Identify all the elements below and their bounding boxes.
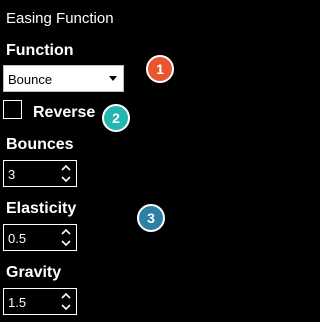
gravity-spinner[interactable]: 1.5 xyxy=(3,288,77,315)
decrement-icon[interactable] xyxy=(61,239,71,247)
function-label: Function xyxy=(6,42,74,59)
bounces-label: Bounces xyxy=(6,136,74,153)
increment-icon[interactable] xyxy=(61,228,71,236)
panel-title: Easing Function xyxy=(6,10,114,27)
increment-icon[interactable] xyxy=(61,292,71,300)
decrement-icon[interactable] xyxy=(61,303,71,311)
reverse-checkbox[interactable] xyxy=(3,100,22,119)
gravity-label: Gravity xyxy=(6,264,62,281)
callout-number: 2 xyxy=(112,110,120,126)
function-dropdown[interactable]: Bounce xyxy=(3,65,124,92)
function-selected-value: Bounce xyxy=(8,72,53,87)
increment-icon[interactable] xyxy=(61,164,71,172)
callout-badge-1: 1 xyxy=(146,55,174,83)
bounces-spinner[interactable]: 3 xyxy=(3,160,77,187)
elasticity-spinner[interactable]: 0.5 xyxy=(3,224,77,251)
bounces-value: 3 xyxy=(8,167,16,182)
gravity-value: 1.5 xyxy=(8,295,27,310)
callout-number: 3 xyxy=(147,210,155,226)
callout-badge-2: 2 xyxy=(102,104,130,132)
decrement-icon[interactable] xyxy=(61,175,71,183)
chevron-down-icon xyxy=(109,76,117,81)
elasticity-value: 0.5 xyxy=(8,231,27,246)
callout-number: 1 xyxy=(156,61,164,77)
elasticity-label: Elasticity xyxy=(6,200,77,217)
reverse-label: Reverse xyxy=(33,104,96,121)
callout-badge-3: 3 xyxy=(137,204,165,232)
